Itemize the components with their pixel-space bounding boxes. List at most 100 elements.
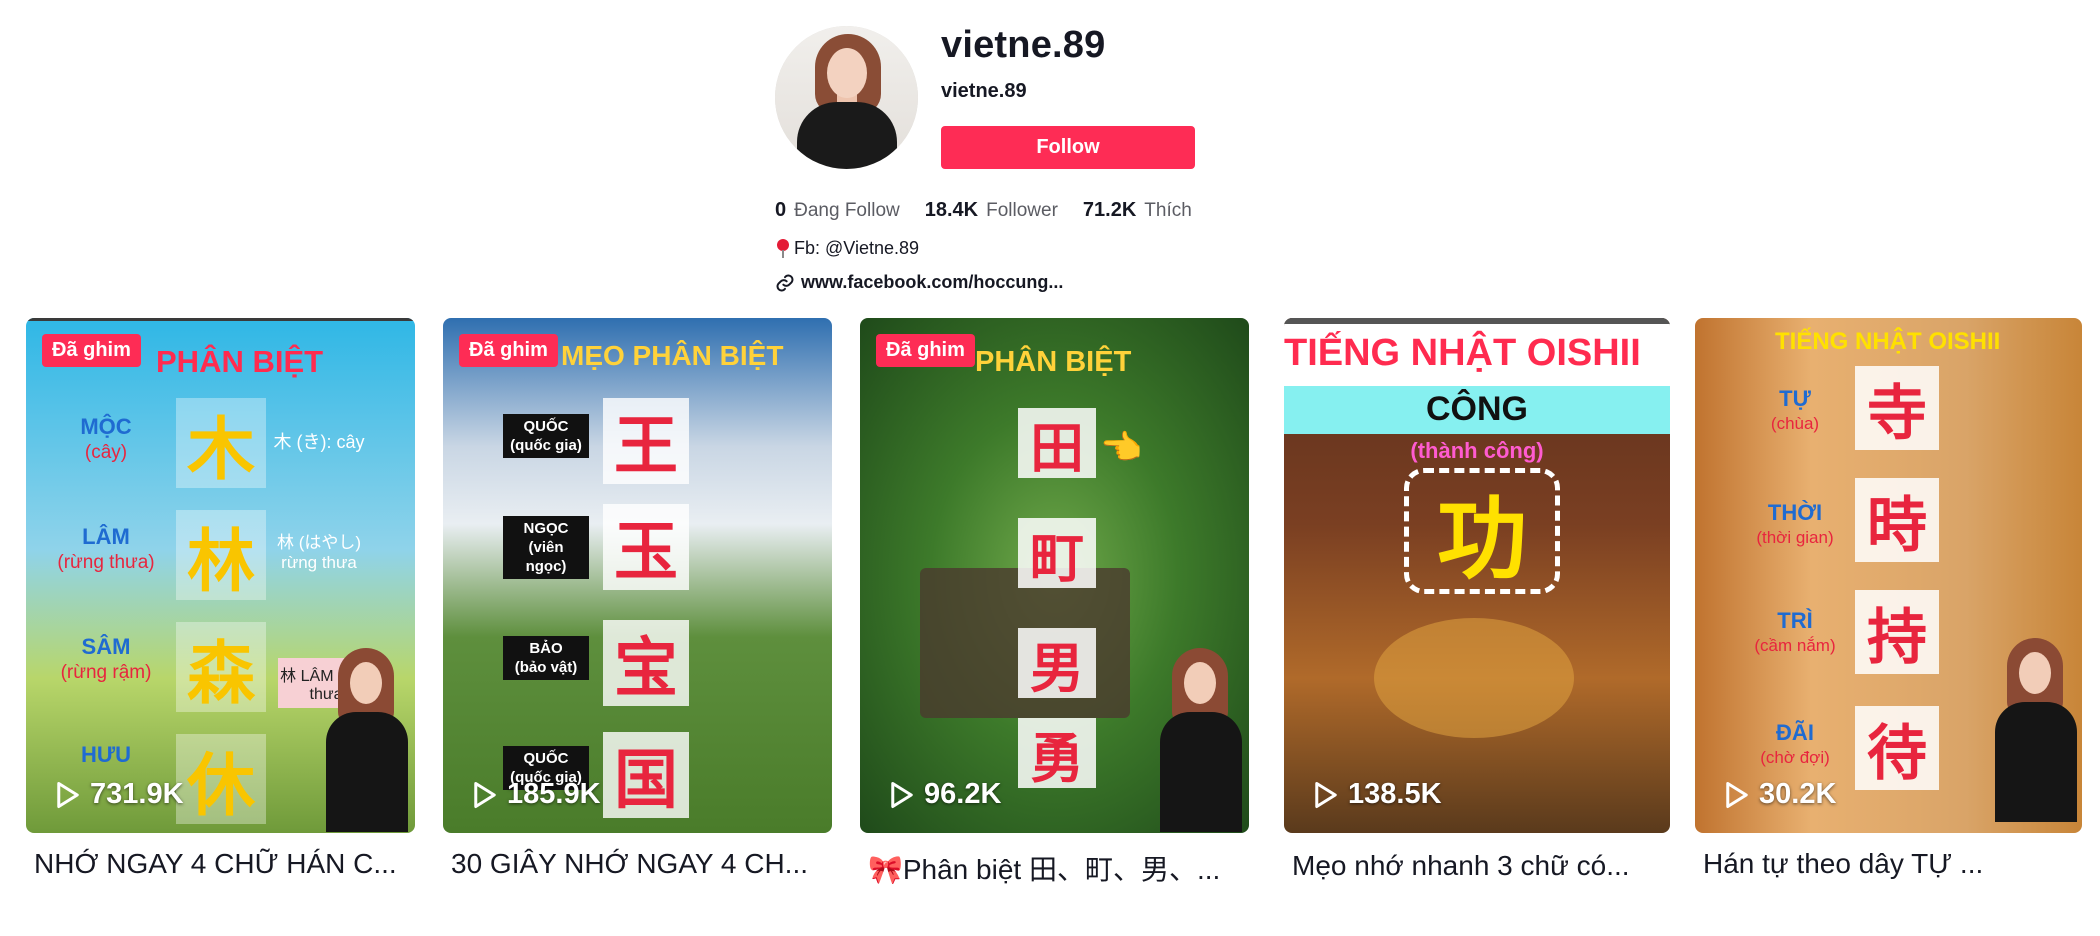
thumbnail-kanji: 森 <box>176 622 266 714</box>
thumbnail-kanji: 田 <box>1018 408 1096 480</box>
video-card[interactable]: TIẾNG NHẬT OISHII CÔNG (thành công) 功 13… <box>1284 318 1670 833</box>
profile-link[interactable]: www.facebook.com/hoccung... <box>775 272 1063 293</box>
thumbnail-label: (cây) <box>84 442 128 463</box>
stat-likes-label: Thích <box>1144 200 1192 221</box>
video-title[interactable]: Hán tự theo dây TỰ ... <box>1703 848 2098 880</box>
thumbnail-label: (bảo vật) <box>514 659 578 676</box>
scene-image <box>1374 618 1574 738</box>
balloon-icon <box>775 238 791 259</box>
thumbnail-label: HƯU <box>80 742 132 767</box>
thumbnail-meaning: (thành công) <box>1410 438 1544 463</box>
video-card[interactable]: Đã ghim PHÂN BIỆT 田 町 男 勇 👈 96.2K <box>860 318 1249 833</box>
thumbnail-label: LÂM <box>82 524 130 549</box>
thumbnail-label: QUỐC <box>523 418 569 435</box>
thumbnail-label: NGỌC <box>523 520 569 537</box>
thumbnail-kanji: 時 <box>1855 478 1939 562</box>
thumbnail-heading: MẸO PHÂN BIỆT <box>561 340 784 371</box>
thumbnail-label: MỘC <box>80 414 132 439</box>
profile-bio-text: Fb: @Vietne.89 <box>794 238 920 258</box>
thumbnail-label: (thời gian) <box>1756 528 1834 547</box>
stat-following[interactable]: 0 Đang Follow <box>775 199 900 222</box>
presenter-image <box>1995 638 2077 828</box>
stat-likes-count: 71.2K <box>1082 199 1137 221</box>
video-title[interactable]: 30 GIÂY NHỚ NGAY 4 CH... <box>451 848 846 880</box>
thumbnail-heading: TIẾNG NHẬT OISHII <box>1775 328 2001 355</box>
thumbnail-label: BẢO <box>529 640 563 657</box>
thumbnail-kanji: 玉 <box>603 504 689 590</box>
link-icon <box>776 274 794 291</box>
thumbnail-label: ĐÃI <box>1776 720 1814 745</box>
profile-bio: Fb: @Vietne.89 <box>775 238 919 259</box>
play-icon <box>474 781 496 808</box>
profile-avatar[interactable] <box>775 26 918 169</box>
thumbnail-heading: TIẾNG NHẬT OISHII <box>1284 332 1641 374</box>
pinned-badge: Đã ghim <box>42 334 141 367</box>
view-count-text: 138.5K <box>1348 778 1442 810</box>
thumbnail-heading: PHÂN BIỆT <box>156 344 324 379</box>
view-count: 138.5K <box>1312 778 1442 811</box>
view-count: 30.2K <box>1723 778 1836 811</box>
thumbnail-label-box: NGỌC (viên ngọc) <box>503 516 589 579</box>
stat-likes: 71.2K Thích <box>1083 199 1192 222</box>
thumbnail-kanji: 木 <box>176 398 266 490</box>
stat-following-label: Đang Follow <box>794 200 900 221</box>
thumbnail-kanji: 勇 <box>1018 718 1096 790</box>
presenter-image <box>1160 648 1242 833</box>
video-title[interactable]: NHỚ NGAY 4 CHỮ HÁN C... <box>34 848 429 880</box>
view-count-text: 30.2K <box>1759 778 1837 810</box>
thumbnail-subheading: CÔNG <box>1426 390 1528 428</box>
profile-stats: 0 Đang Follow 18.4K Follower 71.2K Thích <box>775 199 1217 222</box>
thumbnail-kanji: 宝 <box>603 620 689 706</box>
thumbnail-label: (quốc gia) <box>510 437 582 454</box>
thumbnail-note: 木 (き): cây <box>273 432 365 452</box>
thumbnail-label-box: QUỐC (quốc gia) <box>503 414 589 458</box>
thumbnail-kanji: 寺 <box>1855 366 1939 450</box>
stat-followers-count: 18.4K <box>924 199 979 221</box>
play-icon <box>57 781 79 808</box>
presenter-image <box>326 648 408 833</box>
view-count-text: 731.9K <box>90 778 184 810</box>
thumbnail-label-box: BẢO (bảo vật) <box>503 636 589 680</box>
view-count: 185.9K <box>471 778 601 811</box>
view-count-text: 185.9K <box>507 778 601 810</box>
pinned-badge: Đã ghim <box>459 334 558 367</box>
thumbnail-kanji: 林 <box>176 510 266 602</box>
thumbnail-kanji: 男 <box>1018 628 1096 700</box>
video-card[interactable]: Đã ghim PHÂN BIỆT MỘC (cây) 木 木 (き): cây… <box>26 318 415 833</box>
thumbnail-label: (rừng rậm) <box>60 662 152 683</box>
stat-followers-label: Follower <box>986 200 1058 221</box>
view-count: 96.2K <box>888 778 1001 811</box>
profile-username: vietne.89 <box>941 24 1106 66</box>
thumbnail-kanji: 休 <box>176 734 266 826</box>
play-icon <box>1315 781 1337 808</box>
stat-followers[interactable]: 18.4K Follower <box>925 199 1058 222</box>
thumbnail-label: (chờ đợi) <box>1760 748 1830 767</box>
stat-following-count: 0 <box>775 199 787 221</box>
thumbnail-heading: PHÂN BIỆT <box>975 346 1132 378</box>
thumbnail-label: TRÌ <box>1777 608 1813 633</box>
view-count-text: 96.2K <box>924 778 1002 810</box>
thumbnail-kanji: 功 <box>1404 468 1560 594</box>
video-card[interactable]: Đã ghim MẸO PHÂN BIỆT QUỐC (quốc gia) 王 … <box>443 318 832 833</box>
play-icon <box>1726 781 1748 808</box>
thumbnail-kanji: 待 <box>1855 706 1939 790</box>
thumbnail-label: (cầm nắm) <box>1754 636 1836 655</box>
thumbnail-kanji: 持 <box>1855 590 1939 674</box>
thumbnail-label: THỜI <box>1767 500 1823 525</box>
play-icon <box>891 781 913 808</box>
profile-nickname: vietne.89 <box>941 80 1027 102</box>
video-title[interactable]: Mẹo nhớ nhanh 3 chữ có... <box>1292 850 1687 882</box>
thumbnail-kanji: 国 <box>603 732 689 818</box>
thumbnail-kanji: 王 <box>603 398 689 484</box>
thumbnail-label: SÂM <box>81 634 131 659</box>
thumbnail-label: TỰ <box>1779 386 1811 411</box>
thumbnail-note: 林 (はやし) rừng thưa <box>276 533 362 572</box>
thumbnail-kanji: 町 <box>1018 518 1096 590</box>
view-count: 731.9K <box>54 778 184 811</box>
profile-link-text: www.facebook.com/hoccung... <box>801 272 1064 292</box>
thumbnail-label: (rừng thưa) <box>57 552 155 573</box>
pinned-badge: Đã ghim <box>876 334 975 367</box>
follow-button[interactable]: Follow <box>941 126 1195 169</box>
video-title[interactable]: 🎀Phân biệt 田、町、男、... <box>868 848 1263 888</box>
video-card[interactable]: TIẾNG NHẬT OISHII TỰ (chùa) 寺 THỜI (thời… <box>1695 318 2082 833</box>
